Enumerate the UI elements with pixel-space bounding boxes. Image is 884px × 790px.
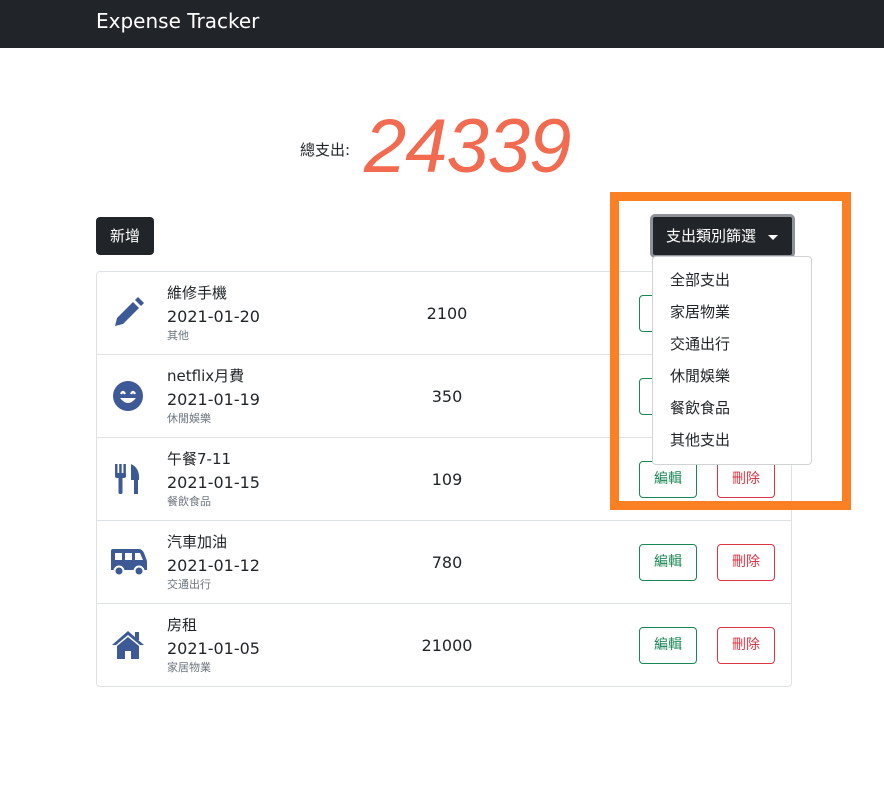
add-button[interactable]: 新增 [96, 217, 154, 255]
expense-amount: 350 [431, 387, 463, 406]
expense-name: 房租 [167, 616, 198, 634]
expense-category: 家居物業 [167, 661, 211, 674]
expense-name: netflix月費 [167, 367, 245, 385]
home-icon [112, 631, 144, 659]
total-value: 24339 [364, 104, 571, 189]
delete-button[interactable]: 刪除 [717, 544, 775, 581]
expense-amount: 780 [431, 553, 463, 572]
expense-name: 午餐7-11 [167, 450, 232, 468]
filter-option-entertainment[interactable]: 休閒娛樂 [653, 360, 811, 392]
expense-date: 2021-01-20 [167, 307, 260, 326]
category-filter-menu: 全部支出 家居物業 交通出行 休閒娛樂 餐飲食品 其他支出 [652, 256, 812, 465]
filter-option-other[interactable]: 其他支出 [653, 424, 811, 456]
expense-amount: 21000 [421, 636, 473, 655]
total-label: 總支出: [300, 141, 351, 159]
delete-button[interactable]: 刪除 [717, 627, 775, 664]
expense-amount: 2100 [426, 304, 468, 323]
category-filter-button[interactable]: 支出類別篩選 [650, 214, 795, 258]
expense-row: 汽車加油 2021-01-12 交通出行 780 編輯 刪除 [97, 521, 791, 604]
filter-option-food[interactable]: 餐飲食品 [653, 392, 811, 424]
smile-icon [113, 381, 143, 411]
expense-category: 其他 [167, 329, 189, 342]
edit-button[interactable]: 編輯 [639, 544, 697, 581]
expense-name: 維修手機 [167, 284, 228, 302]
expense-row: 房租 2021-01-05 家居物業 21000 編輯 刪除 [97, 604, 791, 687]
expense-date: 2021-01-12 [167, 556, 260, 575]
expense-name: 汽車加油 [167, 533, 228, 551]
expense-category: 交通出行 [167, 578, 211, 591]
van-icon [111, 549, 147, 577]
expense-date: 2021-01-15 [167, 473, 260, 492]
expense-date: 2021-01-05 [167, 639, 260, 658]
expense-category: 餐飲食品 [167, 495, 211, 508]
category-filter-label: 支出類別篩選 [666, 227, 757, 245]
utensils-icon [115, 464, 140, 494]
filter-option-transport[interactable]: 交通出行 [653, 328, 811, 360]
filter-option-home[interactable]: 家居物業 [653, 296, 811, 328]
expense-category: 休閒娛樂 [167, 412, 211, 425]
pencil-icon [115, 297, 144, 326]
caret-down-icon [768, 235, 778, 240]
expense-amount: 109 [431, 470, 463, 489]
expense-date: 2021-01-19 [167, 390, 260, 409]
filter-option-all[interactable]: 全部支出 [653, 264, 811, 296]
app-brand[interactable]: Expense Tracker [96, 8, 259, 34]
edit-button[interactable]: 編輯 [639, 627, 697, 664]
navbar: Expense Tracker [0, 0, 884, 48]
